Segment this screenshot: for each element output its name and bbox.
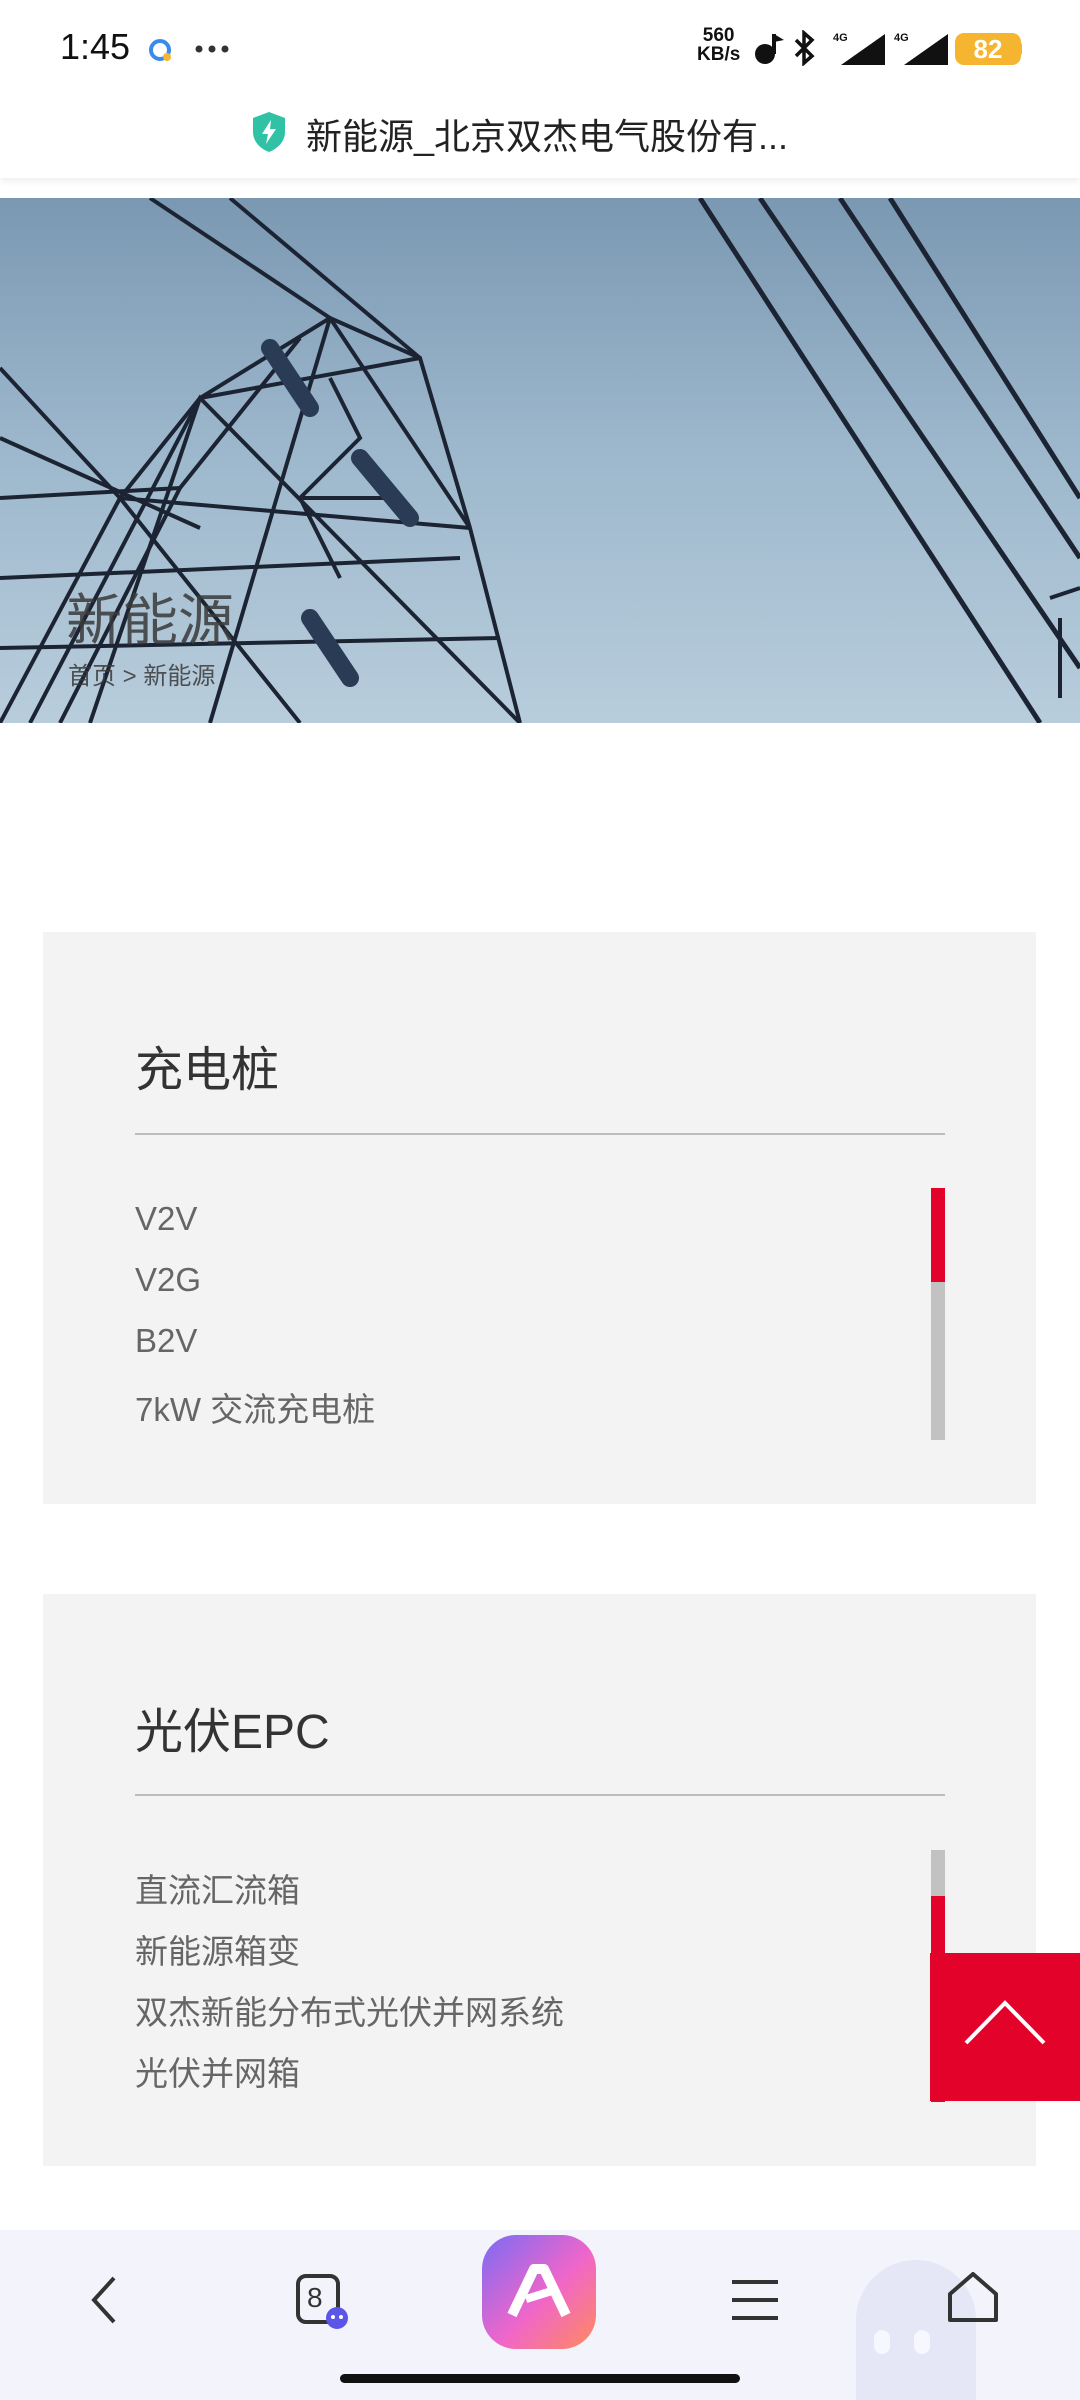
mascot-eye (874, 2330, 890, 2354)
list-item[interactable]: 光伏并网箱 (135, 2047, 300, 2095)
secure-shield-icon (253, 112, 285, 152)
more-notifications-icon (195, 45, 229, 53)
network-speed: 560 KB/s (697, 26, 740, 64)
battery-tip (1016, 42, 1022, 56)
network-speed-unit: KB/s (697, 44, 741, 65)
battery-level: 82 (955, 33, 1021, 65)
list-item[interactable]: 新能源箱变 (135, 1925, 300, 1973)
page-title: 新能源_北京双杰电气股份有... (306, 116, 789, 157)
product-category-card: 光伏EPC 直流汇流箱 新能源箱变 双杰新能分布式光伏并网系统 光伏并网箱 (43, 1594, 1036, 2166)
menu-icon[interactable] (728, 2272, 784, 2328)
scrollbar-thumb[interactable] (931, 1188, 945, 1282)
tabs-button[interactable]: 8 (292, 2270, 352, 2330)
list-item[interactable]: 7kW 交流充电桩 (135, 1383, 375, 1431)
card-divider (135, 1794, 945, 1796)
list-item[interactable]: V2G (135, 1261, 201, 1299)
network-speed-value: 560 (702, 25, 735, 46)
breadcrumb[interactable]: 首页 > 新能源 (68, 656, 215, 691)
browser-title-bar[interactable]: 新能源_北京双杰电气股份有... (0, 96, 1080, 178)
card-divider (135, 1133, 945, 1135)
list-item[interactable]: 直流汇流箱 (135, 1864, 300, 1912)
mascot-eye (914, 2330, 930, 2354)
browser-app-icon (149, 39, 171, 61)
list-item[interactable]: B2V (135, 1322, 197, 1360)
back-to-top-button[interactable] (930, 1953, 1080, 2101)
hero-banner: 新能源 首页 > 新能源 (0, 198, 1080, 723)
banner-title: 新能源 (66, 589, 234, 652)
card-title: 充电桩 (135, 1044, 280, 1097)
bluetooth-icon (794, 30, 815, 66)
list-item[interactable]: V2V (135, 1200, 197, 1238)
ai-logo-icon (507, 2264, 571, 2318)
signal-strength-icon (841, 34, 885, 65)
music-note-icon (755, 34, 784, 64)
status-time: 1:45 (60, 26, 131, 67)
chevron-up-icon (964, 2000, 1046, 2045)
product-category-card: 充电桩 V2V V2G B2V 7kW 交流充电桩 (43, 932, 1036, 1504)
back-button[interactable] (80, 2270, 130, 2330)
tab-count: 8 (307, 2282, 323, 2313)
signal-strength-icon-2 (904, 34, 948, 65)
home-icon[interactable] (944, 2268, 1002, 2326)
ai-assistant-button[interactable] (482, 2235, 596, 2349)
status-bar: 1:45 560 KB/s 4G 4G 82 (0, 0, 1080, 96)
home-indicator[interactable] (340, 2374, 740, 2383)
list-item[interactable]: 双杰新能分布式光伏并网系统 (135, 1986, 564, 2034)
card-title: 光伏EPC (135, 1706, 330, 1759)
